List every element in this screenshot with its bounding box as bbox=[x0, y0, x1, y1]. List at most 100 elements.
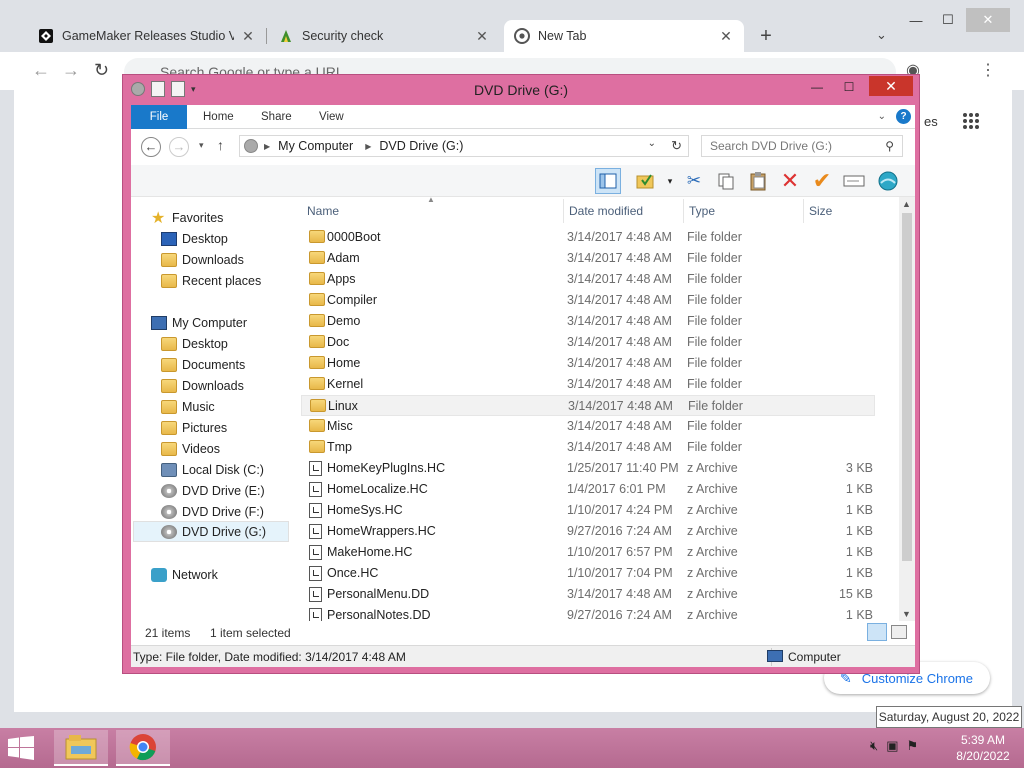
speaker-muted-icon[interactable]: 🔇︎ bbox=[870, 738, 878, 754]
address-bar[interactable]: ▶ My Computer ▶ DVD Drive (G:) ⌄ ↻ bbox=[239, 135, 689, 157]
scroll-thumb[interactable] bbox=[902, 213, 912, 561]
tab-home[interactable]: Home bbox=[191, 105, 246, 129]
folder-row[interactable]: Tmp 3/14/2017 4:48 AM File folder bbox=[301, 437, 875, 458]
copy-icon[interactable] bbox=[713, 168, 739, 194]
column-divider[interactable] bbox=[683, 199, 684, 223]
nav-favorites-downloads[interactable]: Downloads bbox=[161, 249, 244, 270]
windows-start-icon[interactable] bbox=[8, 736, 34, 763]
folder-row[interactable]: Demo 3/14/2017 4:48 AM File folder bbox=[301, 311, 875, 332]
refresh-icon[interactable]: ↻ bbox=[671, 138, 682, 154]
back-icon[interactable]: ← bbox=[32, 60, 50, 81]
folder-row[interactable]: Misc 3/14/2017 4:48 AM File folder bbox=[301, 416, 875, 437]
nav-downloads[interactable]: Downloads bbox=[161, 375, 244, 396]
large-icons-view-icon[interactable] bbox=[891, 625, 907, 639]
search-input[interactable]: Search DVD Drive (G:) ⚲ bbox=[701, 135, 903, 157]
breadcrumb-separator-icon[interactable]: ▶ bbox=[365, 142, 371, 151]
folder-row[interactable]: Kernel 3/14/2017 4:48 AM File folder bbox=[301, 374, 875, 395]
folder-check-icon[interactable] bbox=[633, 168, 659, 194]
folder-row[interactable]: Adam 3/14/2017 4:48 AM File folder bbox=[301, 248, 875, 269]
file-row[interactable]: MakeHome.HC 1/10/2017 6:57 PM z Archive 1 K… bbox=[301, 542, 875, 563]
details-view-icon[interactable] bbox=[867, 623, 887, 641]
reload-icon[interactable]: ↻ bbox=[94, 60, 109, 81]
globe-icon[interactable] bbox=[875, 168, 901, 194]
close-icon[interactable]: ✕ bbox=[240, 28, 256, 45]
tab-new-tab[interactable]: New Tab ✕ bbox=[504, 20, 744, 52]
folder-row[interactable]: 0000Boot 3/14/2017 4:48 AM File folder bbox=[301, 227, 875, 248]
close-icon[interactable]: ✕ bbox=[718, 28, 734, 45]
folder-row[interactable]: Linux 3/14/2017 4:48 AM File folder bbox=[301, 395, 875, 416]
close-button[interactable]: ✕ bbox=[869, 76, 913, 96]
tab-gamemaker[interactable]: GameMaker Releases Studio Vers ✕ bbox=[28, 20, 266, 52]
file-row[interactable]: HomeLocalize.HC 1/4/2017 6:01 PM z Archive… bbox=[301, 479, 875, 500]
tab-search-button[interactable]: ⌄ bbox=[876, 27, 887, 43]
close-icon[interactable]: ✕ bbox=[474, 28, 490, 45]
file-row[interactable]: HomeSys.HC 1/10/2017 4:24 PM z Archive 1 KB bbox=[301, 500, 875, 521]
column-type[interactable]: Type bbox=[689, 204, 715, 218]
nav-pictures[interactable]: Pictures bbox=[161, 417, 227, 438]
nav-dvd-drive-f[interactable]: DVD Drive (F:) bbox=[161, 501, 264, 522]
up-icon[interactable]: ↑ bbox=[217, 137, 224, 153]
nav-recent-places[interactable]: Recent places bbox=[161, 270, 261, 291]
breadcrumb-item[interactable]: My Computer bbox=[278, 139, 353, 153]
file-row[interactable]: HomeKeyPlugIns.HC 1/25/2017 11:40 PM z Arc… bbox=[301, 458, 875, 479]
nav-favorites-desktop[interactable]: Desktop bbox=[161, 228, 228, 249]
folder-row[interactable]: Doc 3/14/2017 4:48 AM File folder bbox=[301, 332, 875, 353]
rename-icon[interactable] bbox=[841, 168, 867, 194]
nav-documents[interactable]: Documents bbox=[161, 354, 245, 375]
title-bar[interactable]: ▾ DVD Drive (G:) — ☐ ✕ bbox=[123, 75, 919, 105]
maximize-button[interactable]: ☐ bbox=[932, 8, 964, 32]
tab-view[interactable]: View bbox=[307, 105, 356, 129]
column-divider[interactable] bbox=[563, 199, 564, 223]
tab-share[interactable]: Share bbox=[249, 105, 304, 129]
tab-security-check[interactable]: Security check ✕ bbox=[268, 20, 500, 52]
nav-favorites[interactable]: ★ Favorites bbox=[151, 207, 223, 228]
nav-my-computer[interactable]: My Computer bbox=[151, 312, 247, 333]
help-icon[interactable]: ? bbox=[896, 109, 911, 124]
folder-row[interactable]: Apps 3/14/2017 4:48 AM File folder bbox=[301, 269, 875, 290]
column-divider[interactable] bbox=[803, 199, 804, 223]
file-row[interactable]: Once.HC 1/10/2017 7:04 PM z Archive 1 KB bbox=[301, 563, 875, 584]
file-row[interactable]: PersonalMenu.DD 3/14/2017 4:48 AM z Archiv… bbox=[301, 584, 875, 605]
minimize-button[interactable]: — bbox=[900, 8, 932, 32]
paste-icon[interactable] bbox=[745, 168, 771, 194]
new-tab-button[interactable]: + bbox=[756, 25, 776, 48]
nav-local-disk-c[interactable]: Local Disk (C:) bbox=[161, 459, 264, 480]
column-size[interactable]: Size bbox=[809, 204, 832, 218]
back-icon[interactable]: ← bbox=[141, 137, 161, 157]
file-explorer-taskbar-button[interactable] bbox=[54, 730, 108, 766]
column-name[interactable]: Name bbox=[307, 204, 339, 218]
cut-icon[interactable]: ✂ bbox=[681, 168, 707, 194]
layout-pane-icon[interactable] bbox=[595, 168, 621, 194]
network-status-icon[interactable]: ▣ bbox=[886, 738, 898, 754]
chevron-down-icon[interactable]: ⌄ bbox=[878, 111, 886, 122]
menu-icon[interactable]: ⋮ bbox=[980, 60, 996, 80]
close-button[interactable]: ✕ bbox=[966, 8, 1010, 32]
nav-dvd-drive-g[interactable]: DVD Drive (G:) bbox=[133, 521, 289, 542]
file-row[interactable]: HomeWrappers.HC 9/27/2016 7:24 AM z Archiv… bbox=[301, 521, 875, 542]
folder-row[interactable]: Compiler 3/14/2017 4:48 AM File folder bbox=[301, 290, 875, 311]
taskbar-clock[interactable]: 5:39 AM 8/20/2022 bbox=[946, 732, 1020, 764]
maximize-button[interactable]: ☐ bbox=[835, 78, 863, 96]
nav-desktop[interactable]: Desktop bbox=[161, 333, 228, 354]
chrome-taskbar-button[interactable] bbox=[116, 730, 170, 766]
nav-network[interactable]: Network bbox=[151, 564, 218, 585]
forward-icon[interactable]: → bbox=[62, 60, 80, 81]
scroll-down-icon[interactable]: ▼ bbox=[902, 609, 911, 619]
vertical-scrollbar[interactable]: ▲ ▼ bbox=[899, 197, 915, 625]
column-date-modified[interactable]: Date modified bbox=[569, 204, 643, 218]
properties-check-icon[interactable]: ✔ bbox=[809, 168, 835, 194]
tab-file[interactable]: File bbox=[131, 105, 187, 129]
breadcrumb-item[interactable]: DVD Drive (G:) bbox=[379, 139, 463, 153]
apps-grid-icon[interactable] bbox=[962, 112, 980, 133]
chevron-down-icon[interactable]: ⌄ bbox=[648, 138, 656, 149]
scroll-up-icon[interactable]: ▲ bbox=[902, 199, 911, 209]
nav-videos[interactable]: Videos bbox=[161, 438, 220, 459]
minimize-button[interactable]: — bbox=[803, 78, 831, 96]
breadcrumb-separator-icon[interactable]: ▶ bbox=[264, 142, 270, 151]
chevron-down-icon[interactable]: ▾ bbox=[657, 168, 683, 194]
forward-icon[interactable]: → bbox=[169, 137, 189, 157]
delete-icon[interactable]: ✕ bbox=[777, 168, 803, 194]
action-center-icon[interactable]: ⚑ bbox=[907, 738, 919, 754]
nav-music[interactable]: Music bbox=[161, 396, 215, 417]
recent-locations-icon[interactable]: ▾ bbox=[199, 140, 204, 151]
